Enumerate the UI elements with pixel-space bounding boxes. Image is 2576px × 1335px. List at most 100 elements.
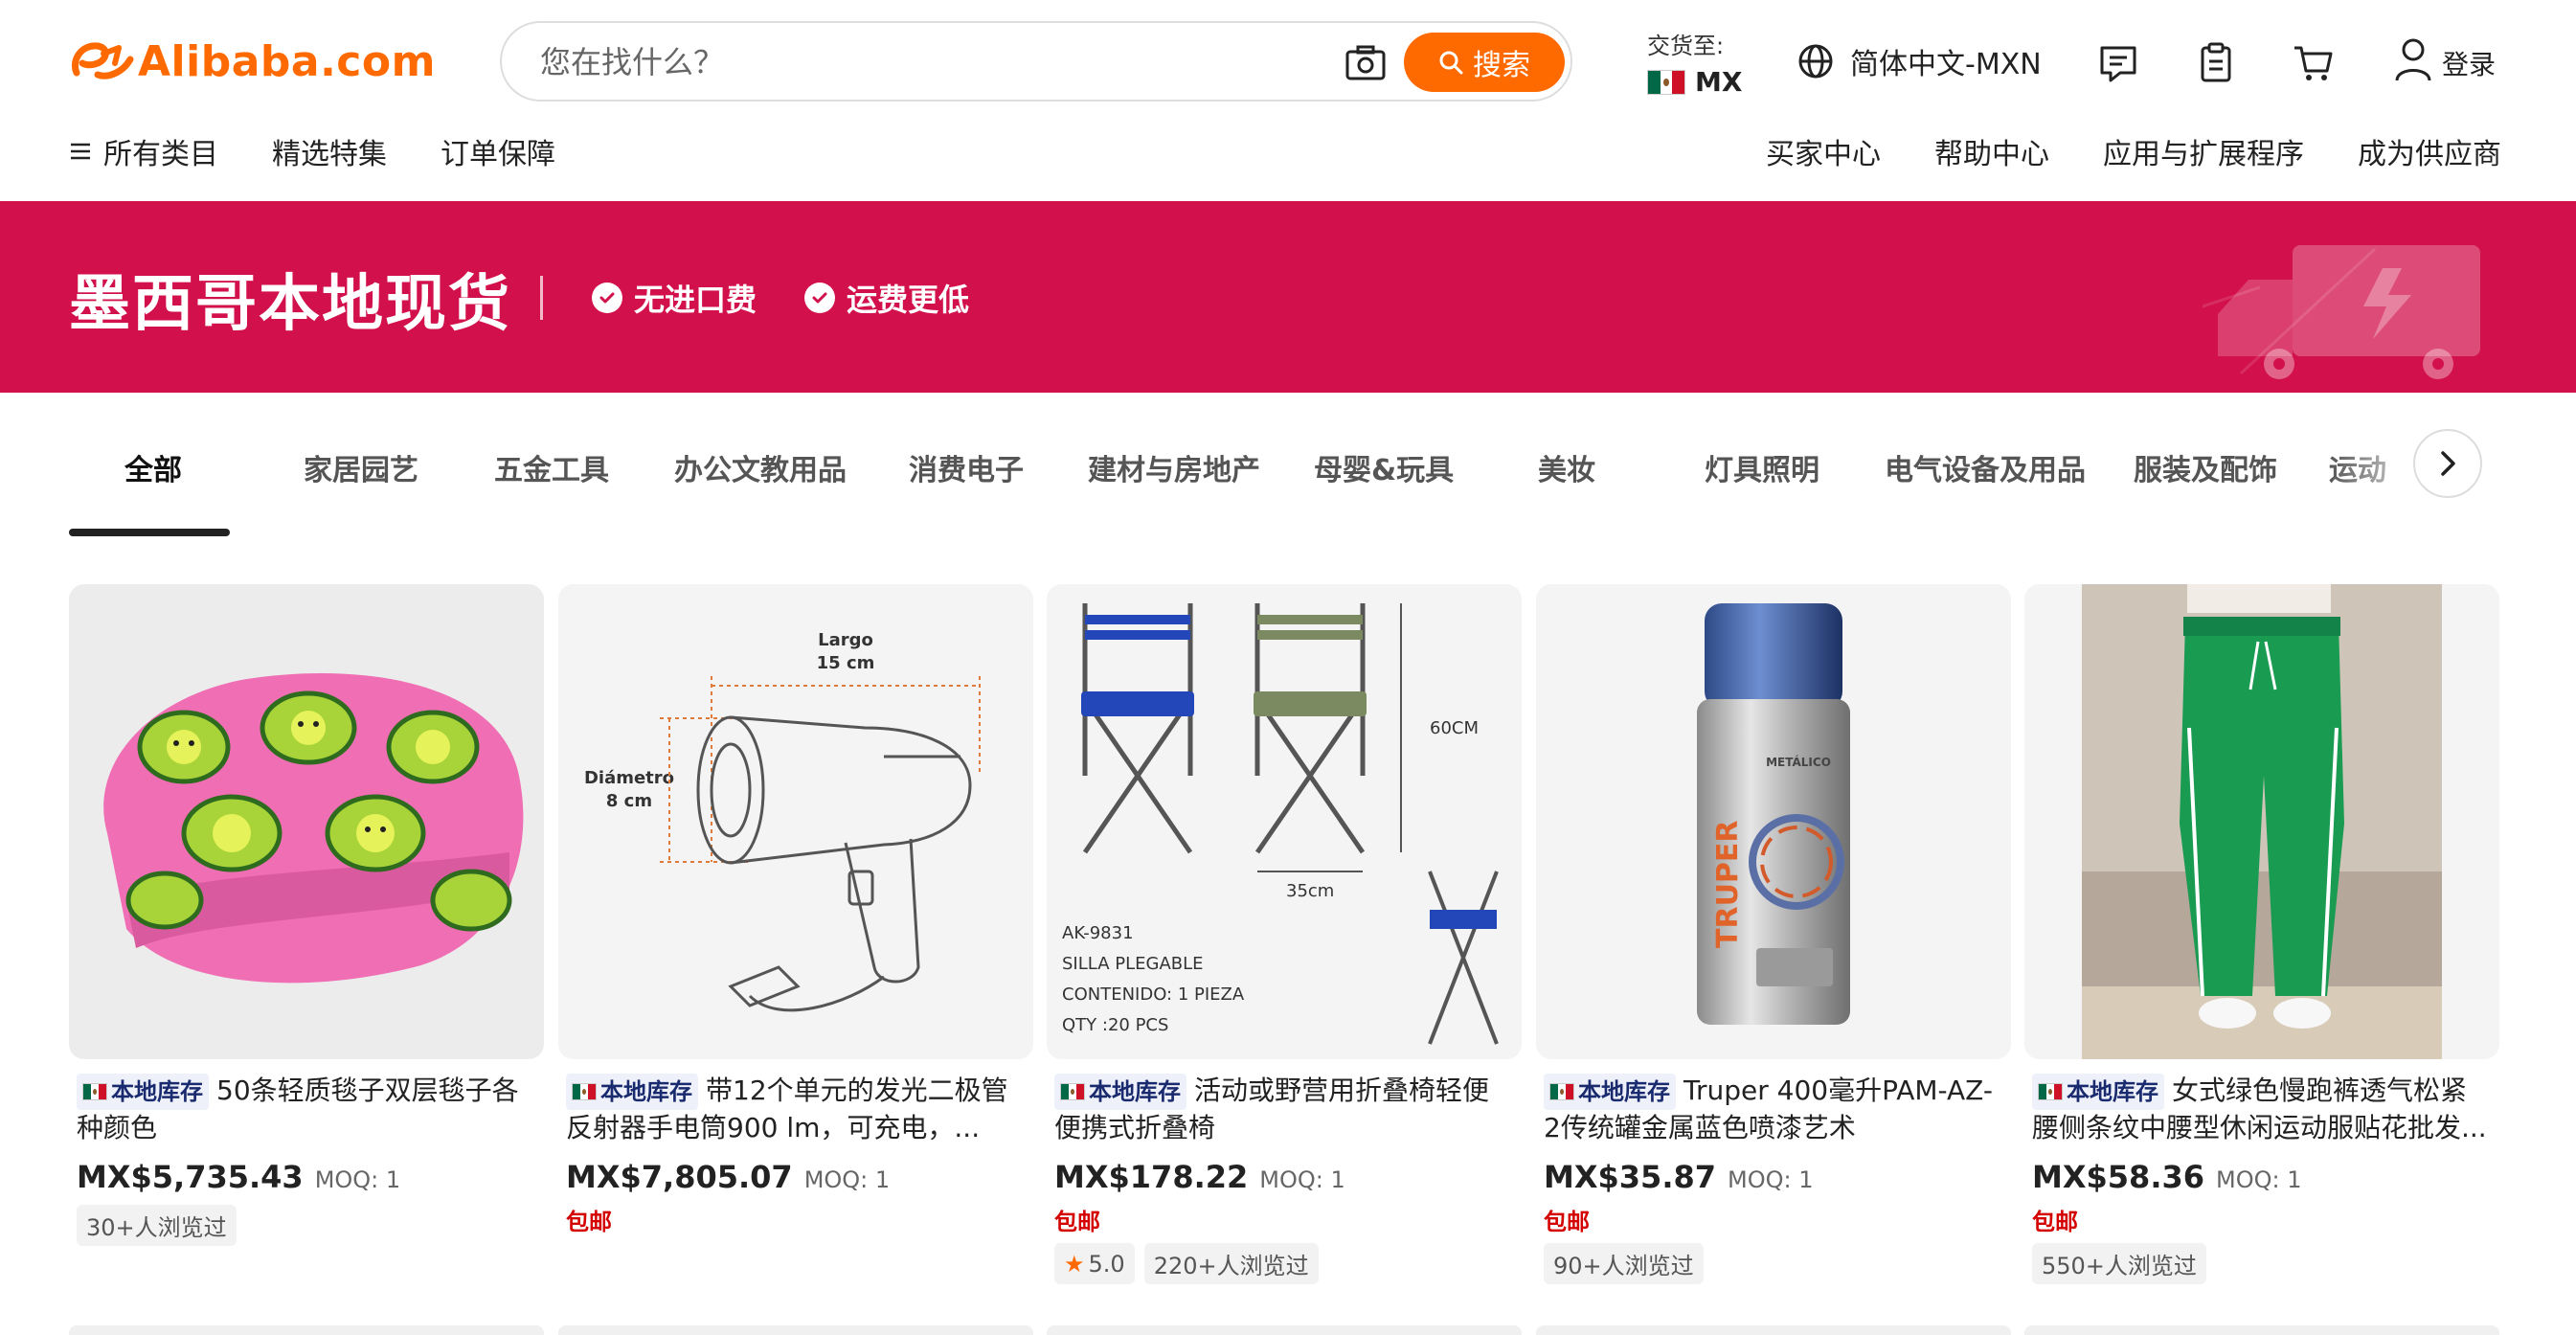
local-stock-tag: 本地库存 xyxy=(77,1074,209,1110)
mexico-flag-icon xyxy=(2038,1083,2063,1100)
product-title[interactable]: 本地库存 女式绿色慢跑裤透气松紧腰侧条纹中腰型休闲运动服贴花批发... xyxy=(2024,1073,2499,1145)
product-moq: MOQ: 1 xyxy=(803,1166,891,1193)
globe-icon xyxy=(1798,44,1833,79)
product-meta: ★ 5.0 220+人浏览过 xyxy=(1047,1243,1522,1284)
delivery-truck-icon xyxy=(2203,245,2480,379)
price-row: MX$7,805.07 MOQ: 1 xyxy=(558,1159,1033,1195)
check-circle-icon xyxy=(804,283,835,313)
image-label-diameter: Diámetro xyxy=(584,768,674,788)
search-bar: 搜索 xyxy=(500,21,1572,102)
banner-divider xyxy=(540,276,543,320)
product-price: MX$58.36 xyxy=(2032,1159,2204,1195)
deliver-country: MX xyxy=(1647,66,1742,98)
product-moq: MOQ: 1 xyxy=(314,1166,401,1193)
login-label: 登录 xyxy=(2442,49,2497,80)
rating-value: 5.0 xyxy=(1088,1250,1125,1278)
benefit-label: 无进口费 xyxy=(634,282,757,318)
become-supplier-link[interactable]: 成为供应商 xyxy=(2358,130,2501,172)
camera-icon[interactable] xyxy=(1344,44,1387,82)
product-image[interactable] xyxy=(2024,584,2499,1059)
product-image[interactable] xyxy=(69,584,544,1059)
mexico-flag-icon xyxy=(1549,1083,1574,1100)
product-meta: 30+人浏览过 xyxy=(69,1205,544,1246)
logo-text: Alibaba.com xyxy=(138,36,436,86)
tab-electrical-equipment[interactable]: 电气设备及用品 xyxy=(1885,446,2086,488)
alibaba-logo[interactable]: Alibaba.com xyxy=(69,33,436,90)
product-image[interactable]: TRUPER METÁLICO xyxy=(1536,584,2011,1059)
product-card[interactable]: TRUPER METÁLICO 本地库存 Truper 400毫升PAM-AZ-2… xyxy=(1536,584,2011,1284)
all-categories-menu[interactable]: 所有类目 xyxy=(69,130,218,172)
tab-consumer-electronics[interactable]: 消费电子 xyxy=(909,446,1024,488)
product-card[interactable]: 本地库存 女式绿色慢跑裤透气松紧腰侧条纹中腰型休闲运动服贴花批发... MX$58… xyxy=(2024,584,2499,1284)
image-height-label: 60CM xyxy=(1430,718,1479,738)
banner-title: 墨西哥本地现货 xyxy=(69,269,511,340)
product-card[interactable]: Largo 15 cm Diámetro 8 cm 本地库存 带12个单元的发光… xyxy=(558,584,1033,1235)
all-categories-label: 所有类目 xyxy=(103,138,218,171)
language-currency-selector[interactable]: 简体中文-MXN xyxy=(1796,40,2042,82)
secondary-subnav: 买家中心 帮助中心 应用与扩展程序 成为供应商 xyxy=(1766,130,2501,172)
product-title[interactable]: 本地库存 带12个单元的发光二极管反射器手电筒900 lm，可充电，... xyxy=(558,1073,1033,1145)
mexico-flag-icon xyxy=(572,1083,597,1100)
category-tabs: 全部 家居园艺 五金工具 办公文教用品 消费电子 建材与房地产 母婴&玩具 美妆… xyxy=(69,412,2509,536)
deliver-to-label: 交货至: xyxy=(1647,33,1725,59)
product-meta: 90+人浏览过 xyxy=(1536,1243,2011,1284)
product-image[interactable]: 60CM 35cm AK-9831 SILLA PLEGABLE CONTENI… xyxy=(1047,584,1522,1059)
product-price: MX$35.87 xyxy=(1544,1159,1716,1195)
product-moq: MOQ: 1 xyxy=(2216,1166,2302,1193)
orders-icon[interactable] xyxy=(2195,42,2237,84)
tab-baby-toys[interactable]: 母婴&玩具 xyxy=(1314,446,1454,488)
primary-subnav: 所有类目 精选特集 订单保障 xyxy=(69,130,555,172)
views-badge: 30+人浏览过 xyxy=(77,1205,237,1246)
rating-badge: ★ 5.0 xyxy=(1054,1243,1135,1284)
benefit-lower-shipping: 运费更低 xyxy=(804,276,969,320)
views-badge: 90+人浏览过 xyxy=(1544,1243,1704,1284)
deliver-to-selector[interactable]: 交货至: MX xyxy=(1647,27,1742,98)
local-stock-tag: 本地库存 xyxy=(2032,1074,2164,1110)
local-stock-tag: 本地库存 xyxy=(1544,1074,1676,1110)
local-stock-banner: 墨西哥本地现货 无进口费 运费更低 xyxy=(0,201,2576,393)
joggers-image xyxy=(2024,584,2499,1059)
product-card[interactable]: 60CM 35cm AK-9831 SILLA PLEGABLE CONTENI… xyxy=(1047,584,1522,1284)
free-shipping-label: 包邮 xyxy=(1544,1209,1590,1235)
local-stock-label: 本地库存 xyxy=(1578,1078,1670,1105)
message-icon[interactable] xyxy=(2097,42,2139,84)
product-title[interactable]: 本地库存 活动或野营用折叠椅轻便便携式折叠椅 xyxy=(1047,1073,1522,1145)
tab-all[interactable]: 全部 xyxy=(124,446,182,488)
login-link[interactable]: 登录 xyxy=(2394,36,2496,82)
tab-hardware-tools[interactable]: 五金工具 xyxy=(494,446,609,488)
help-center-link[interactable]: 帮助中心 xyxy=(1934,130,2049,172)
site-header: Alibaba.com 搜索 交货至: MX 简体中文-MXN xyxy=(0,0,2576,201)
image-finish-label: METÁLICO xyxy=(1766,755,1831,769)
chevron-right-icon xyxy=(2441,451,2455,476)
benefit-no-import-fee: 无进口费 xyxy=(592,276,757,320)
tab-beauty[interactable]: 美妆 xyxy=(1538,446,1595,488)
product-moq: MOQ: 1 xyxy=(1259,1166,1345,1193)
benefit-label: 运费更低 xyxy=(847,282,970,318)
tab-lighting[interactable]: 灯具照明 xyxy=(1705,446,1819,488)
order-protection-link[interactable]: 订单保障 xyxy=(441,130,555,172)
product-title[interactable]: 本地库存 Truper 400毫升PAM-AZ-2传统罐金属蓝色喷漆艺术 xyxy=(1536,1073,2011,1145)
product-card[interactable]: 本地库存 50条轻质毯子双层毯子各种颜色 MX$5,735.43 MOQ: 1 3… xyxy=(69,584,544,1246)
tab-home-garden[interactable]: 家居园艺 xyxy=(304,446,418,488)
tab-construction-real-estate[interactable]: 建材与房地产 xyxy=(1088,446,1260,488)
mexico-flag-icon xyxy=(1060,1083,1085,1100)
deliver-country-code: MX xyxy=(1695,66,1743,98)
image-product-label: SILLA PLEGABLE xyxy=(1062,954,1204,974)
search-input[interactable] xyxy=(540,38,1325,86)
local-stock-tag: 本地库存 xyxy=(566,1074,698,1110)
featured-collections-link[interactable]: 精选特集 xyxy=(272,130,387,172)
product-image[interactable]: Largo 15 cm Diámetro 8 cm xyxy=(558,584,1033,1059)
search-button[interactable]: 搜索 xyxy=(1404,33,1565,92)
tab-office-supplies[interactable]: 办公文教用品 xyxy=(674,446,847,488)
product-price: MX$178.22 xyxy=(1054,1159,1249,1195)
image-value-diameter: 8 cm xyxy=(606,791,652,811)
tab-apparel-accessories[interactable]: 服装及配饰 xyxy=(2134,446,2277,488)
cart-icon[interactable] xyxy=(2293,42,2335,84)
folding-chair-image: 60CM 35cm AK-9831 SILLA PLEGABLE CONTENI… xyxy=(1047,584,1522,1059)
search-button-label: 搜索 xyxy=(1473,49,1530,82)
tabs-next-button[interactable] xyxy=(2413,429,2482,498)
product-title[interactable]: 本地库存 50条轻质毯子双层毯子各种颜色 xyxy=(69,1073,544,1145)
buyer-center-link[interactable]: 买家中心 xyxy=(1766,130,1881,172)
apps-extensions-link[interactable]: 应用与扩展程序 xyxy=(2103,130,2304,172)
user-icon xyxy=(2395,38,2431,81)
